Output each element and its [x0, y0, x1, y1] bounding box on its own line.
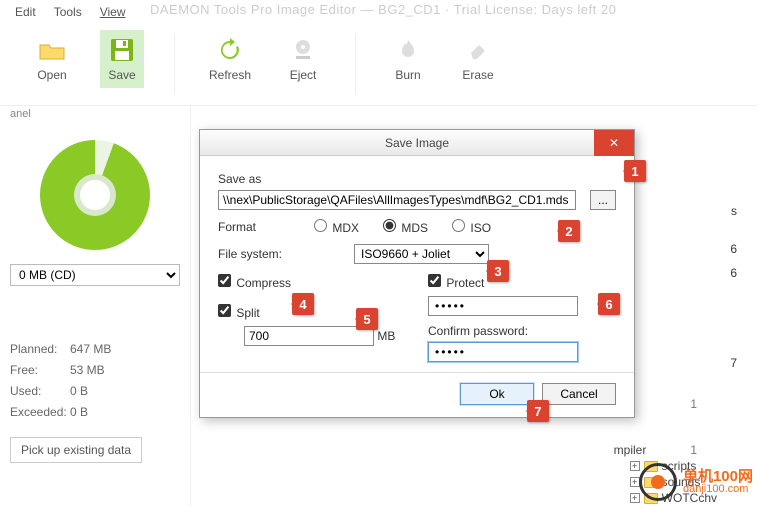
used-value: 0 B	[70, 384, 180, 398]
erase-label: Erase	[462, 68, 493, 82]
save-icon	[108, 36, 136, 64]
folder-icon	[38, 36, 66, 64]
save-tool[interactable]: Save	[100, 30, 144, 88]
watermark-title: 单机100网	[683, 469, 753, 484]
radio-iso[interactable]: ISO	[452, 219, 491, 235]
filesystem-select[interactable]: ISO9660 + Joliet	[354, 244, 489, 264]
ok-button[interactable]: Ok	[460, 383, 534, 405]
annotation-marker-7: 7	[527, 400, 549, 422]
side-s: s	[731, 204, 737, 218]
dialog-title-bar[interactable]: Save Image ✕	[200, 130, 634, 156]
password-input[interactable]	[428, 296, 578, 316]
split-unit: MB	[377, 329, 395, 343]
drive-select[interactable]: 0 MB (CD)	[10, 264, 180, 286]
eject-tool[interactable]: Eject	[281, 30, 325, 88]
exceeded-value: 0 B	[70, 405, 180, 419]
left-panel: anel 0 MB (CD) Planned:647 MB Free:53 MB…	[0, 106, 190, 505]
radio-mds[interactable]: MDS	[383, 219, 428, 235]
annotation-marker-3: 3	[487, 260, 509, 282]
annotation-marker-1: 1	[624, 160, 646, 182]
used-label: Used:	[10, 384, 70, 398]
menu-tools[interactable]: Tools	[54, 5, 82, 19]
disc-usage-chart	[40, 140, 150, 250]
erase-tool[interactable]: Erase	[456, 30, 500, 88]
annotation-marker-4: 4	[292, 293, 314, 315]
toolbar: Open Save Refresh Eject Burn Erase	[0, 24, 757, 106]
browse-button[interactable]: ...	[590, 190, 616, 210]
window-title-faded: DAEMON Tools Pro Image Editor — BG2_CD1 …	[150, 2, 630, 17]
compress-checkbox[interactable]: Compress	[218, 276, 291, 290]
burn-label: Burn	[395, 68, 420, 82]
separator	[355, 34, 356, 94]
planned-value: 647 MB	[70, 342, 180, 356]
annotation-marker-2: 2	[558, 220, 580, 242]
annotation-marker-6: 6	[598, 293, 620, 315]
tree-row[interactable]: mpiler1	[614, 442, 717, 458]
split-checkbox[interactable]: Split	[218, 306, 260, 320]
erase-icon	[464, 36, 492, 64]
close-button[interactable]: ✕	[594, 130, 634, 156]
free-value: 53 MB	[70, 363, 180, 377]
refresh-icon	[216, 36, 244, 64]
filesystem-label: File system:	[218, 247, 308, 261]
burn-tool[interactable]: Burn	[386, 30, 430, 88]
protect-checkbox[interactable]: Protect	[428, 276, 484, 290]
menu-edit[interactable]: Edit	[15, 5, 36, 19]
burn-icon	[394, 36, 422, 64]
eject-icon	[289, 36, 317, 64]
side-7: 7	[730, 356, 737, 370]
exceeded-label: Exceeded:	[10, 405, 70, 419]
close-icon: ✕	[609, 136, 619, 150]
dialog-title: Save Image	[385, 136, 449, 150]
pick-existing-button[interactable]: Pick up existing data	[10, 437, 142, 463]
watermark-logo-icon	[639, 463, 677, 501]
separator	[174, 34, 175, 94]
menu-view[interactable]: View	[100, 5, 126, 19]
panel-label-cut: anel	[10, 108, 180, 120]
path-input[interactable]	[218, 190, 576, 210]
refresh-label: Refresh	[209, 68, 251, 82]
split-size-input[interactable]	[244, 326, 374, 346]
free-label: Free:	[10, 363, 70, 377]
annotation-marker-5: 5	[356, 308, 378, 330]
confirm-label: Confirm password:	[428, 324, 616, 338]
refresh-tool[interactable]: Refresh	[205, 30, 255, 88]
watermark-url: danji100.com	[683, 484, 753, 495]
format-label: Format	[218, 220, 308, 234]
save-label: Save	[108, 68, 135, 82]
stats-grid: Planned:647 MB Free:53 MB Used:0 B Excee…	[10, 342, 180, 419]
side-6a: 6	[730, 242, 737, 256]
save-image-dialog: Save Image ✕ Save as ... Format MDX MDS …	[199, 129, 635, 418]
confirm-password-input[interactable]	[428, 342, 578, 362]
open-label: Open	[37, 68, 66, 82]
save-as-label: Save as	[218, 172, 616, 186]
watermark: 单机100网 danji100.com	[639, 463, 753, 501]
separator	[200, 372, 634, 373]
planned-label: Planned:	[10, 342, 70, 356]
eject-label: Eject	[290, 68, 317, 82]
radio-mdx[interactable]: MDX	[314, 219, 359, 235]
cancel-button[interactable]: Cancel	[542, 383, 616, 405]
side-6b: 6	[730, 266, 737, 280]
open-tool[interactable]: Open	[30, 30, 74, 88]
